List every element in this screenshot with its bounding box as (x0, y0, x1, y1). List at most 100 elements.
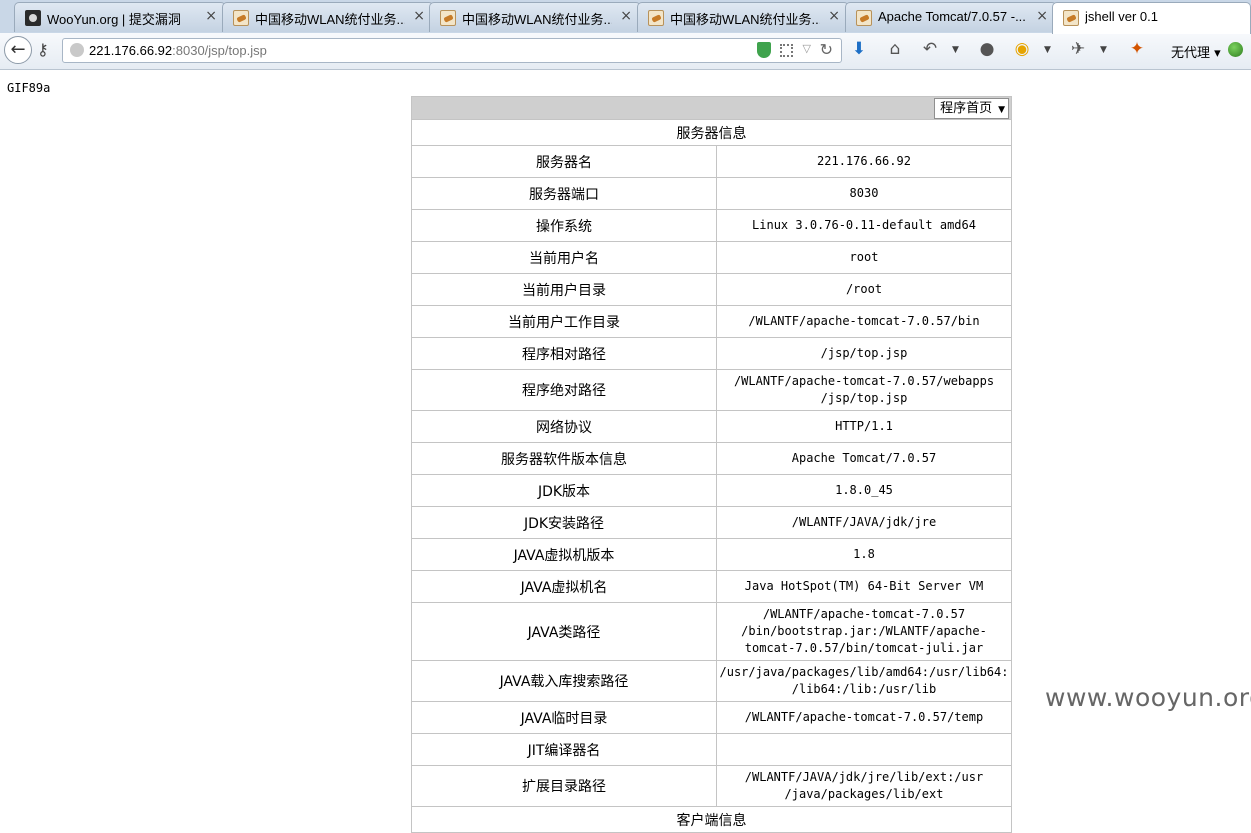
row-label: 网络协议 (411, 410, 717, 443)
row-label: 程序绝对路径 (411, 369, 717, 411)
address-bar[interactable]: 221.176.66.92:8030/jsp/top.jsp ▽ ↻ (62, 38, 842, 63)
row-value: Java HotSpot(TM) 64-Bit Server VM (716, 570, 1012, 603)
server-info-table: 程序首页 ▼ 服务器信息 服务器名 221.176.66.92 服务器端口 8030 … (411, 96, 1012, 833)
tab-wlan-3[interactable]: 中国移动WLAN统付业务... × (637, 2, 849, 32)
security-shield-icon[interactable] (757, 42, 771, 58)
chat-bubble-icon[interactable]: ● (976, 39, 998, 59)
row-label: JAVA载入库搜索路径 (411, 660, 717, 702)
row-value: 221.176.66.92 (716, 145, 1012, 178)
table-row: 服务器软件版本信息 Apache Tomcat/7.0.57 (411, 442, 1012, 475)
tab-title: 中国移动WLAN统付业务... (462, 12, 612, 27)
tab-title: Apache Tomcat/7.0.57 -... (878, 9, 1026, 24)
tomcat-favicon-icon (856, 10, 872, 26)
row-value: /root (716, 273, 1012, 306)
tab-close-icon[interactable]: × (620, 8, 632, 24)
section-header-row: 客户端信息 (411, 806, 1012, 833)
tab-tomcat[interactable]: Apache Tomcat/7.0.57 -... × (845, 2, 1057, 32)
table-row: JAVA虚拟机版本 1.8 (411, 538, 1012, 571)
tab-strip: WooYun.org | 提交漏洞 × 中国移动WLAN统付业务... × 中国… (0, 0, 1251, 34)
site-identity-icon[interactable] (70, 43, 84, 57)
table-toolbar-row: 程序首页 ▼ (411, 96, 1012, 120)
tomcat-favicon-icon (233, 10, 249, 26)
tab-close-icon[interactable]: × (828, 8, 840, 24)
qr-code-icon[interactable] (780, 44, 793, 57)
url-text[interactable]: 221.176.66.92:8030/jsp/top.jsp (89, 43, 267, 58)
reload-icon[interactable]: ↻ (820, 40, 833, 59)
tab-title: jshell ver 0.1 (1085, 9, 1158, 24)
url-host: 221.176.66.92 (89, 43, 173, 58)
tab-jshell[interactable]: jshell ver 0.1 (1052, 2, 1251, 34)
row-label: 服务器名 (411, 145, 717, 178)
row-label: JDK安装路径 (411, 506, 717, 539)
row-value: /WLANTF/apache-tomcat-7.0.57/webapps /js… (716, 369, 1012, 411)
tomcat-favicon-icon (1063, 10, 1079, 26)
tab-wlan-1[interactable]: 中国移动WLAN统付业务... × (222, 2, 434, 32)
tab-wlan-2[interactable]: 中国移动WLAN统付业务... × (429, 2, 641, 32)
url-dropdown-icon[interactable]: ▽ (803, 42, 811, 55)
row-value: /WLANTF/apache-tomcat-7.0.57 /bin/bootst… (716, 602, 1012, 661)
tomcat-favicon-icon (440, 10, 456, 26)
table-row: JAVA虚拟机名 Java HotSpot(TM) 64-Bit Server V… (411, 570, 1012, 603)
row-label: 当前用户名 (411, 241, 717, 274)
row-label: 当前用户目录 (411, 273, 717, 306)
chevron-down-icon: ▼ (998, 104, 1005, 115)
table-row: 操作系统 Linux 3.0.76-0.11-default amd64 (411, 209, 1012, 242)
weibo-icon[interactable]: ◉ (1011, 39, 1033, 59)
table-row: 服务器端口 8030 (411, 177, 1012, 210)
row-value: Linux 3.0.76-0.11-default amd64 (716, 209, 1012, 242)
undo-menu-chevron-down-icon[interactable]: ▼ (952, 45, 959, 55)
table-row: 程序相对路径/jsp/top.jsp (411, 337, 1012, 370)
table-row: JIT编译器名 (411, 733, 1012, 766)
tomcat-favicon-icon (648, 10, 664, 26)
row-value: Apache Tomcat/7.0.57 (716, 442, 1012, 475)
download-icon[interactable]: ⬇ (848, 39, 870, 59)
row-value: /WLANTF/apache-tomcat-7.0.57/bin (716, 305, 1012, 338)
row-label: JDK版本 (411, 474, 717, 507)
navigation-toolbar: ← ⚷ 221.176.66.92:8030/jsp/top.jsp ▽ ↻ ⬇… (0, 33, 1251, 70)
row-value: /WLANTF/JAVA/jdk/jre (716, 506, 1012, 539)
section-header-row: 服务器信息 (411, 119, 1012, 146)
plane-icon[interactable]: ✈ (1067, 39, 1089, 59)
back-button[interactable]: ← (4, 36, 32, 64)
table-row: JAVA载入库搜索路径/usr/java/packages/lib/amd64:… (411, 660, 1012, 702)
fox-extension-icon[interactable]: ✦ (1126, 39, 1148, 59)
row-value: 1.8 (716, 538, 1012, 571)
row-label: 扩展目录路径 (411, 765, 717, 807)
table-row: 程序绝对路径/WLANTF/apache-tomcat-7.0.57/webap… (411, 369, 1012, 411)
table-row: 当前用户名 root (411, 241, 1012, 274)
wooyun-favicon-icon (25, 10, 41, 26)
table-row: 网络协议 HTTP/1.1 (411, 410, 1012, 443)
row-label: JAVA虚拟机版本 (411, 538, 717, 571)
wooyun-watermark: www.wooyun.org (1045, 683, 1251, 712)
tab-close-icon[interactable]: × (1036, 8, 1048, 24)
gif-header-text: GIF89a (7, 81, 51, 95)
table-row: JDK安装路径/WLANTF/JAVA/jdk/jre (411, 506, 1012, 539)
table-row: JAVA临时目录/WLANTF/apache-tomcat-7.0.57/tem… (411, 701, 1012, 734)
row-value: 1.8.0_45 (716, 474, 1012, 507)
row-label: JAVA虚拟机名 (411, 570, 717, 603)
program-menu-select[interactable]: 程序首页 ▼ (934, 97, 1009, 119)
row-label: JIT编译器名 (411, 733, 717, 766)
key-icon[interactable]: ⚷ (37, 40, 49, 59)
row-label: 当前用户工作目录 (411, 305, 717, 338)
plane-menu-chevron-down-icon[interactable]: ▼ (1100, 45, 1107, 55)
table-row: 服务器名 221.176.66.92 (411, 145, 1012, 178)
table-row: 扩展目录路径/WLANTF/JAVA/jdk/jre/lib/ext:/usr … (411, 765, 1012, 807)
row-value: /jsp/top.jsp (716, 337, 1012, 370)
proxy-menu-label[interactable]: 无代理 ▾ (1171, 42, 1221, 61)
undo-icon[interactable]: ↶ (919, 39, 941, 59)
row-value (716, 733, 1012, 766)
home-icon[interactable]: ⌂ (884, 39, 906, 59)
row-label: JAVA类路径 (411, 602, 717, 661)
row-value: HTTP/1.1 (716, 410, 1012, 443)
server-info-title: 服务器信息 (411, 119, 1012, 146)
row-label: JAVA临时目录 (411, 701, 717, 734)
table-row: 当前用户工作目录/WLANTF/apache-tomcat-7.0.57/bin (411, 305, 1012, 338)
tab-wooyun[interactable]: WooYun.org | 提交漏洞 × (14, 2, 226, 32)
row-label: 操作系统 (411, 209, 717, 242)
row-label: 服务器端口 (411, 177, 717, 210)
status-globe-icon[interactable] (1228, 42, 1243, 57)
weibo-menu-chevron-down-icon[interactable]: ▼ (1044, 45, 1051, 55)
tab-close-icon[interactable]: × (205, 8, 217, 24)
tab-close-icon[interactable]: × (413, 8, 425, 24)
